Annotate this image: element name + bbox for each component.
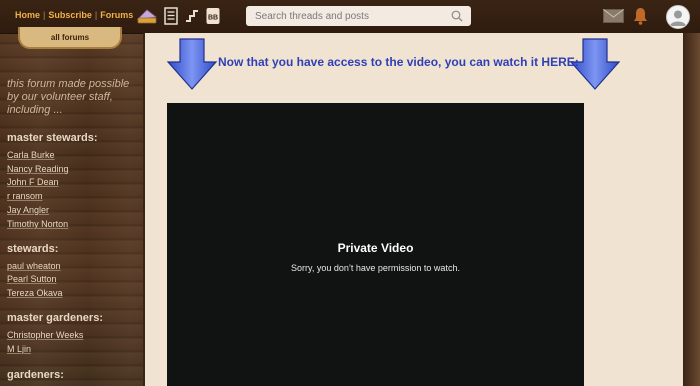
pie-icon[interactable] xyxy=(137,7,157,25)
bb-icon[interactable]: BB xyxy=(206,7,220,25)
member-link[interactable]: Carla Burke xyxy=(7,150,55,160)
video-private-title: Private Video xyxy=(337,241,414,255)
top-nav: Home | Subscribe | Forums xyxy=(15,10,133,20)
bell-icon[interactable] xyxy=(633,7,648,25)
video-access-heading: Now that you have access to the video, y… xyxy=(218,55,579,69)
mail-icon[interactable] xyxy=(603,9,624,23)
nav-separator: | xyxy=(43,10,46,20)
search-icon[interactable] xyxy=(451,10,463,22)
member-link[interactable]: Pearl Sutton xyxy=(7,274,57,284)
avatar[interactable] xyxy=(666,5,690,29)
member-link[interactable]: Jay Angler xyxy=(7,205,49,215)
group-title-stewards: stewards: xyxy=(7,243,59,255)
steps-icon[interactable] xyxy=(185,7,199,25)
user-avatar-icon xyxy=(670,10,686,26)
member-link[interactable]: M Ljin xyxy=(7,344,31,354)
member-link[interactable]: paul wheaton xyxy=(7,261,61,271)
video-permission-message: Sorry, you don’t have permission to watc… xyxy=(291,263,460,273)
member-link[interactable]: John F Dean xyxy=(7,177,59,187)
svg-text:BB: BB xyxy=(208,15,218,22)
member-link[interactable]: Timothy Norton xyxy=(7,219,68,229)
nav-separator: | xyxy=(94,10,98,20)
sidebar-intro: this forum made possible by our voluntee… xyxy=(7,78,130,116)
document-icon[interactable] xyxy=(164,7,178,25)
all-forums-button[interactable]: all forums xyxy=(18,27,122,49)
sidebar: all forums this forum made possible by o… xyxy=(0,27,140,386)
search-box xyxy=(246,6,471,27)
nav-subscribe-link[interactable]: Subscribe xyxy=(48,10,92,20)
group-title-gardeners: gardeners: xyxy=(7,369,64,381)
video-player[interactable]: Private Video Sorry, you don’t have perm… xyxy=(167,103,584,386)
nav-home-link[interactable]: Home xyxy=(15,10,40,20)
panel-edge xyxy=(683,33,700,386)
member-link[interactable]: Nancy Reading xyxy=(7,164,69,174)
group-title-master-stewards: master stewards: xyxy=(7,132,98,144)
down-arrow-icon xyxy=(167,38,217,90)
search-input[interactable] xyxy=(246,6,445,27)
member-link[interactable]: Christopher Weeks xyxy=(7,330,83,340)
member-link[interactable]: Tereza Okava xyxy=(7,288,63,298)
group-title-master-gardeners: master gardeners: xyxy=(7,312,103,324)
member-link[interactable]: r ransom xyxy=(7,191,43,201)
nav-forums-link[interactable]: Forums xyxy=(100,10,133,20)
